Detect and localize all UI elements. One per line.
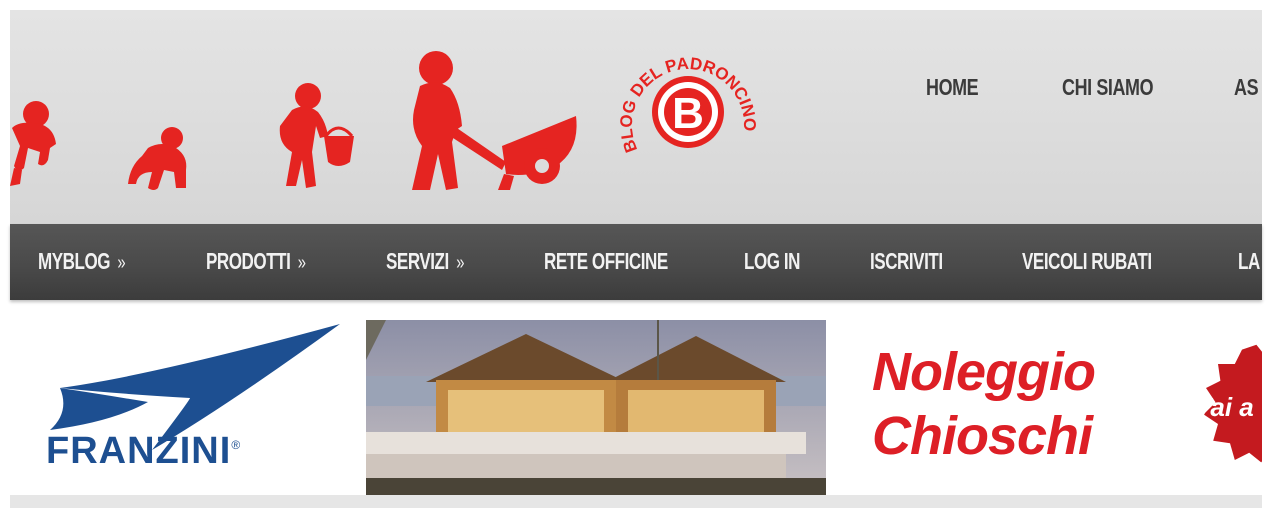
main-nav-item-iscriviti[interactable]: ISCRIVITI [870, 248, 943, 275]
main-nav-label: LOG IN [744, 248, 800, 274]
cta-label[interactable]: Vai a [1194, 392, 1254, 423]
main-nav-item-log-in[interactable]: LOG IN [744, 248, 800, 275]
main-nav-item-myblog[interactable]: MYBLOG » [38, 248, 126, 275]
content-divider [10, 495, 1262, 508]
main-nav-label: RETE OFFICINE [544, 248, 668, 274]
registered-mark: ® [231, 438, 242, 452]
figure-pushing-wheelbarrow-icon [412, 51, 577, 190]
kneeling-figure-icon [128, 127, 187, 190]
top-nav: HOME CHI SIAMO AS [10, 74, 1262, 114]
main-nav-item-la[interactable]: LA [1238, 248, 1260, 275]
franzini-wordmark: FRANZINI® [46, 430, 241, 473]
top-nav-home[interactable]: HOME [926, 74, 979, 101]
main-nav-label: LA [1238, 248, 1260, 274]
franzini-name: FRANZINI [46, 430, 232, 472]
main-nav-label: VEICOLI RUBATI [1022, 248, 1152, 274]
main-nav-item-prodotti[interactable]: PRODOTTI » [206, 248, 306, 275]
main-nav-label: MYBLOG [38, 248, 111, 274]
submenu-arrow-icon: » [297, 252, 306, 274]
submenu-arrow-icon: » [456, 252, 464, 274]
main-nav: MYBLOG » PRODOTTI » SERVIZI » RETE OFFICINE… [10, 224, 1262, 300]
site-header: B BLOG DEL PADRONCINO HOME CHI SIAMO AS [10, 10, 1262, 224]
main-nav-item-veicoli-rubati[interactable]: VEICOLI RUBATI [1022, 248, 1152, 275]
headline-line-1: Noleggio [872, 342, 1096, 402]
main-nav-item-servizi[interactable]: SERVIZI » [386, 248, 464, 275]
kiosk-photo [366, 320, 826, 495]
headline-line-2: Chioschi [872, 406, 1093, 466]
top-nav-as[interactable]: AS [1234, 74, 1259, 101]
main-nav-label: SERVIZI [386, 248, 449, 274]
top-nav-chi-siamo[interactable]: CHI SIAMO [1062, 74, 1154, 101]
advertisement-banner[interactable]: FRANZINI® Noleggio Chioschi Vai a [10, 318, 1262, 495]
franzini-logo: FRANZINI® [40, 318, 360, 495]
main-nav-label: ISCRIVITI [870, 248, 943, 274]
main-nav-item-rete-officine[interactable]: RETE OFFICINE [544, 248, 668, 275]
main-nav-label: PRODOTTI [206, 248, 291, 274]
noleggio-chioschi-headline: Noleggio Chioschi [872, 340, 1096, 468]
submenu-arrow-icon: » [117, 252, 126, 274]
